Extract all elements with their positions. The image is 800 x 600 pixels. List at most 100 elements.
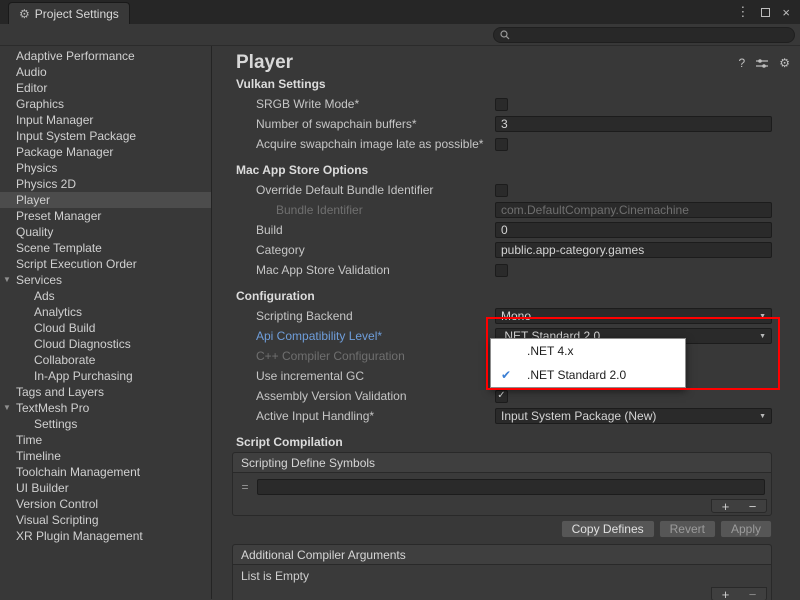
assembly-validation-row: Assembly Version Validation ✓ <box>232 386 800 406</box>
sidebar-item[interactable]: Time <box>0 432 211 448</box>
api-compatibility-popup: .NET 4.x ✔ .NET Standard 2.0 <box>490 338 686 388</box>
sidebar-item[interactable]: Input System Package <box>0 128 211 144</box>
sidebar-item[interactable]: Preset Manager <box>0 208 211 224</box>
define-symbol-field[interactable] <box>257 479 765 495</box>
swapchain-buffers-label: Number of swapchain buffers* <box>232 117 495 131</box>
foldout-icon[interactable]: ▼ <box>3 275 13 284</box>
maximize-icon[interactable] <box>761 8 770 17</box>
mac-validation-checkbox[interactable] <box>495 264 508 277</box>
build-field[interactable]: 0 <box>495 222 772 238</box>
sidebar-item[interactable]: Editor <box>0 80 211 96</box>
sidebar-item[interactable]: Visual Scripting <box>0 512 211 528</box>
sidebar-item[interactable]: Tags and Layers <box>0 384 211 400</box>
sidebar-item-label: Ads <box>34 289 55 303</box>
sidebar-item[interactable]: Ads <box>0 288 211 304</box>
sidebar-item-label: Audio <box>16 65 47 79</box>
foldout-icon[interactable]: ▼ <box>3 403 13 412</box>
sidebar-item[interactable]: Scene Template <box>0 240 211 256</box>
swapchain-buffers-field[interactable]: 3 <box>495 116 772 132</box>
acquire-swapchain-checkbox[interactable] <box>495 138 508 151</box>
search-input[interactable] <box>514 29 788 41</box>
sidebar-item[interactable]: In-App Purchasing <box>0 368 211 384</box>
add-button[interactable]: + <box>722 588 730 600</box>
popup-option[interactable]: ✔ .NET Standard 2.0 <box>491 363 685 387</box>
sidebar-item[interactable]: Input Manager <box>0 112 211 128</box>
override-bundle-row: Override Default Bundle Identifier <box>232 180 800 200</box>
cpp-compiler-label: C++ Compiler Configuration <box>232 349 495 363</box>
sidebar-item[interactable]: Package Manager <box>0 144 211 160</box>
kebab-menu-icon[interactable]: ⋮ <box>736 4 749 20</box>
section-script-compilation: Script Compilation <box>232 432 800 452</box>
close-icon[interactable]: × <box>782 5 790 20</box>
sidebar-item[interactable]: Collaborate <box>0 352 211 368</box>
sidebar-item[interactable]: Cloud Build <box>0 320 211 336</box>
chevron-down-icon: ▼ <box>759 333 766 340</box>
copy-defines-button[interactable]: Copy Defines <box>561 520 655 538</box>
sidebar-item[interactable]: Adaptive Performance <box>0 48 211 64</box>
revert-button[interactable]: Revert <box>659 520 716 538</box>
remove-button[interactable]: − <box>749 588 757 600</box>
add-button[interactable]: + <box>722 500 730 513</box>
active-input-row: Active Input Handling* Input System Pack… <box>232 406 800 426</box>
scripting-backend-row: Scripting Backend Mono ▼ <box>232 306 800 326</box>
sidebar-item[interactable]: UI Builder <box>0 480 211 496</box>
search-icon <box>500 30 510 40</box>
sidebar-item[interactable]: Settings <box>0 416 211 432</box>
presets-icon[interactable] <box>756 58 768 69</box>
sidebar-item-label: Package Manager <box>16 145 113 159</box>
scripting-backend-label: Scripting Backend <box>232 309 495 323</box>
sidebar-item[interactable]: XR Plugin Management <box>0 528 211 544</box>
popup-option[interactable]: .NET 4.x <box>491 339 685 363</box>
window-body: Adaptive Performance Audio Editor Graphi… <box>0 46 800 599</box>
sidebar-item-label: TextMesh Pro <box>16 401 89 415</box>
sidebar-item[interactable]: Audio <box>0 64 211 80</box>
sidebar-item[interactable]: Quality <box>0 224 211 240</box>
sidebar-item[interactable]: Cloud Diagnostics <box>0 336 211 352</box>
sidebar-item-label: UI Builder <box>16 481 69 495</box>
sidebar-item-label: Player <box>16 193 50 207</box>
tab-project-settings[interactable]: ⚙ Project Settings <box>8 2 130 24</box>
active-input-dropdown[interactable]: Input System Package (New) ▼ <box>495 408 772 424</box>
sidebar-item-label: Adaptive Performance <box>16 49 135 63</box>
list-footer-controls: + − <box>711 587 767 600</box>
sidebar-item[interactable]: Timeline <box>0 448 211 464</box>
scripting-define-symbols-header: Scripting Define Symbols <box>233 453 771 473</box>
window-controls: ⋮ × <box>726 0 800 24</box>
sidebar-item[interactable]: Script Execution Order <box>0 256 211 272</box>
sidebar-item[interactable]: Player <box>0 192 211 208</box>
build-row: Build 0 <box>232 220 800 240</box>
apply-button[interactable]: Apply <box>720 520 772 538</box>
title-bar: ⚙ Project Settings ⋮ × <box>0 0 800 24</box>
bundle-identifier-row: Bundle Identifier com.DefaultCompany.Cin… <box>232 200 800 220</box>
sidebar-item[interactable]: Physics <box>0 160 211 176</box>
sidebar-item[interactable]: Physics 2D <box>0 176 211 192</box>
active-input-value: Input System Package (New) <box>501 409 656 423</box>
sidebar-item-label: Preset Manager <box>16 209 101 223</box>
scripting-backend-dropdown[interactable]: Mono ▼ <box>495 308 772 324</box>
override-bundle-checkbox[interactable] <box>495 184 508 197</box>
popup-option-label: .NET Standard 2.0 <box>527 368 626 382</box>
search-box[interactable] <box>493 27 795 43</box>
drag-handle-icon[interactable]: = <box>239 480 251 494</box>
help-icon[interactable]: ? <box>739 56 746 70</box>
assembly-validation-checkbox[interactable]: ✓ <box>495 390 508 403</box>
chevron-down-icon: ▼ <box>759 413 766 420</box>
sidebar-item[interactable]: Toolchain Management <box>0 464 211 480</box>
srgb-write-mode-checkbox[interactable] <box>495 98 508 111</box>
sidebar-item[interactable]: Analytics <box>0 304 211 320</box>
category-field[interactable]: public.app-category.games <box>495 242 772 258</box>
override-bundle-label: Override Default Bundle Identifier <box>232 183 495 197</box>
mac-validation-label: Mac App Store Validation <box>232 263 495 277</box>
section-configuration: Configuration <box>232 286 800 306</box>
sidebar-item[interactable]: Version Control <box>0 496 211 512</box>
remove-button[interactable]: − <box>749 500 757 513</box>
panel-gear-icon[interactable]: ⚙ <box>779 56 790 70</box>
sidebar-item[interactable]: Graphics <box>0 96 211 112</box>
sidebar-item[interactable]: ▼ TextMesh Pro <box>0 400 211 416</box>
scripting-define-symbols-box: Scripting Define Symbols = + − <box>232 452 772 516</box>
window-title: Project Settings <box>35 7 119 21</box>
sidebar-item[interactable]: ▼ Services <box>0 272 211 288</box>
scripting-backend-value: Mono <box>501 309 531 323</box>
sidebar-item-label: Script Execution Order <box>16 257 137 271</box>
settings-sidebar: Adaptive Performance Audio Editor Graphi… <box>0 46 212 599</box>
